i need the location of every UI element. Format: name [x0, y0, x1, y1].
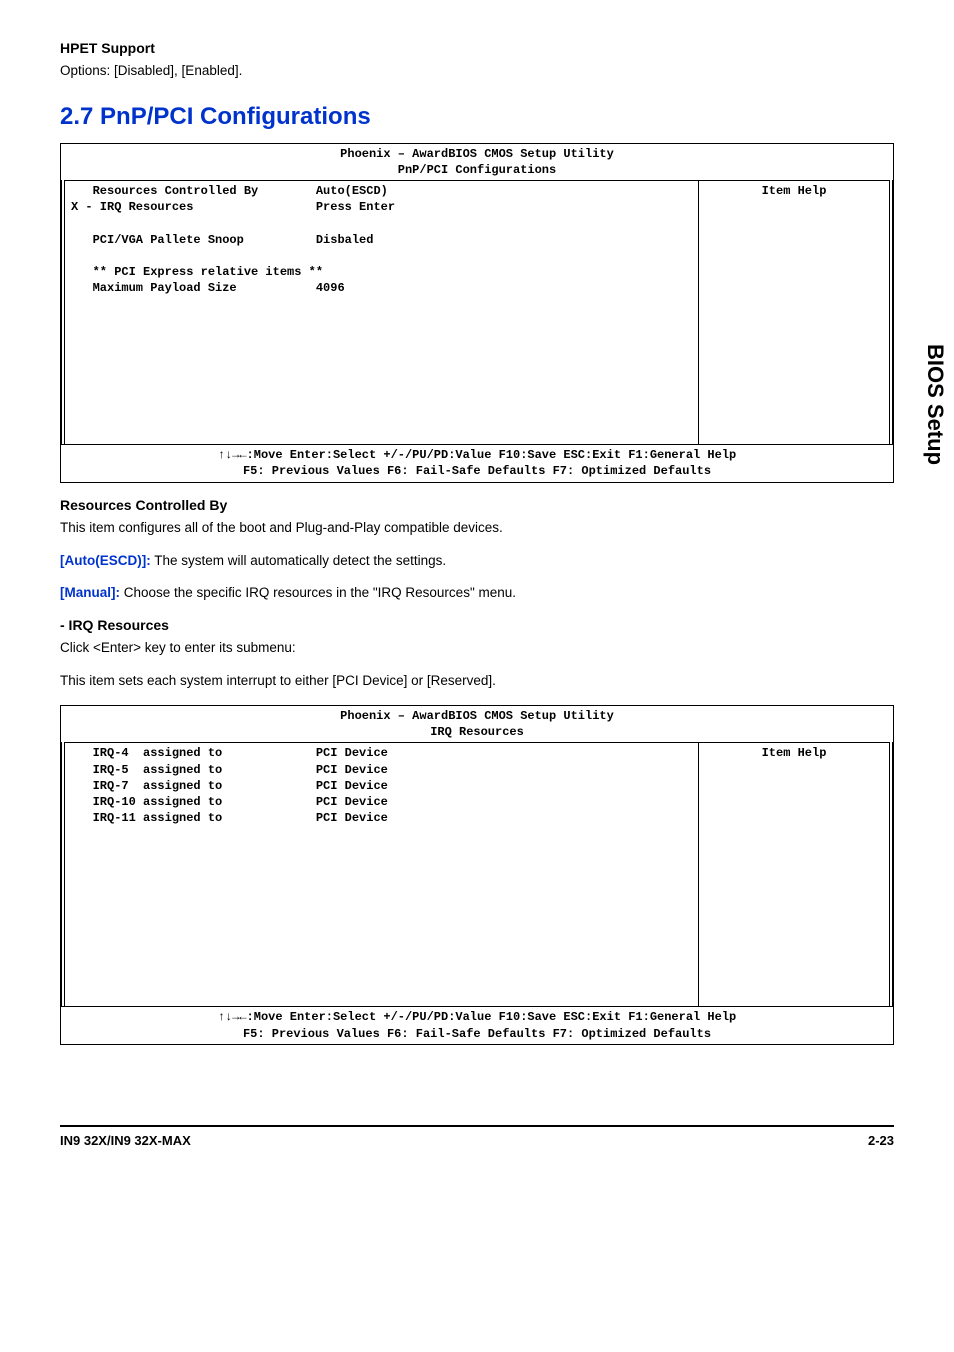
bios2-subtitle: IRQ Resources [61, 724, 893, 742]
irq-res-text1: Click <Enter> key to enter its submenu: [60, 639, 894, 658]
irq-res-title: - IRQ Resources [60, 617, 894, 633]
auto-escd-line: [Auto(ESCD)]: The system will automatica… [60, 552, 894, 571]
bios2-footer: ↑↓→←:Move Enter:Select +/-/PU/PD:Value F… [61, 1006, 893, 1043]
bios1-content: Resources Controlled By Auto(ESCD) X - I… [71, 183, 692, 442]
resources-heading: Resources Controlled By [60, 497, 894, 513]
manual-text: Choose the specific IRQ resources in the… [120, 585, 516, 600]
bios2-right-pane: Item Help [699, 742, 889, 1006]
hpet-text: Options: [Disabled], [Enabled]. [60, 62, 894, 81]
bios1-left-pane: Resources Controlled By Auto(ESCD) X - I… [65, 180, 699, 444]
bios1-footer: ↑↓→←:Move Enter:Select +/-/PU/PD:Value F… [61, 444, 893, 481]
footer-left: IN9 32X/IN9 32X-MAX [60, 1133, 191, 1148]
bios2-content: IRQ-4 assigned to PCI Device IRQ-5 assig… [71, 745, 692, 1004]
bios-box-irq: Phoenix – AwardBIOS CMOS Setup Utility I… [60, 705, 894, 1045]
bios1-footer-line2: F5: Previous Values F6: Fail-Safe Defaul… [71, 463, 883, 479]
page-footer: IN9 32X/IN9 32X-MAX 2-23 [60, 1125, 894, 1148]
resources-desc: This item configures all of the boot and… [60, 519, 894, 538]
bios1-footer-line1: ↑↓→←:Move Enter:Select +/-/PU/PD:Value F… [71, 447, 883, 463]
bios-box-pnp: Phoenix – AwardBIOS CMOS Setup Utility P… [60, 143, 894, 483]
bios1-right-pane: Item Help [699, 180, 889, 444]
footer-right: 2-23 [868, 1133, 894, 1148]
pnp-heading: 2.7 PnP/PCI Configurations [60, 103, 894, 131]
bios2-footer-line1: ↑↓→←:Move Enter:Select +/-/PU/PD:Value F… [71, 1009, 883, 1025]
bios2-footer-line2: F5: Previous Values F6: Fail-Safe Defaul… [71, 1026, 883, 1042]
auto-escd-text: The system will automatically detect the… [151, 553, 446, 568]
bios2-left-pane: IRQ-4 assigned to PCI Device IRQ-5 assig… [65, 742, 699, 1006]
manual-label: [Manual]: [60, 585, 120, 600]
manual-line: [Manual]: Choose the specific IRQ resour… [60, 584, 894, 603]
auto-escd-label: [Auto(ESCD)]: [60, 553, 151, 568]
irq-res-text2: This item sets each system interrupt to … [60, 672, 894, 691]
bios1-subtitle: PnP/PCI Configurations [61, 162, 893, 180]
bios1-title: Phoenix – AwardBIOS CMOS Setup Utility [61, 144, 893, 162]
side-tab: BIOS Setup [916, 330, 954, 479]
hpet-title: HPET Support [60, 40, 894, 56]
page-body: HPET Support Options: [Disabled], [Enabl… [0, 0, 954, 1065]
bios2-title: Phoenix – AwardBIOS CMOS Setup Utility [61, 706, 893, 724]
